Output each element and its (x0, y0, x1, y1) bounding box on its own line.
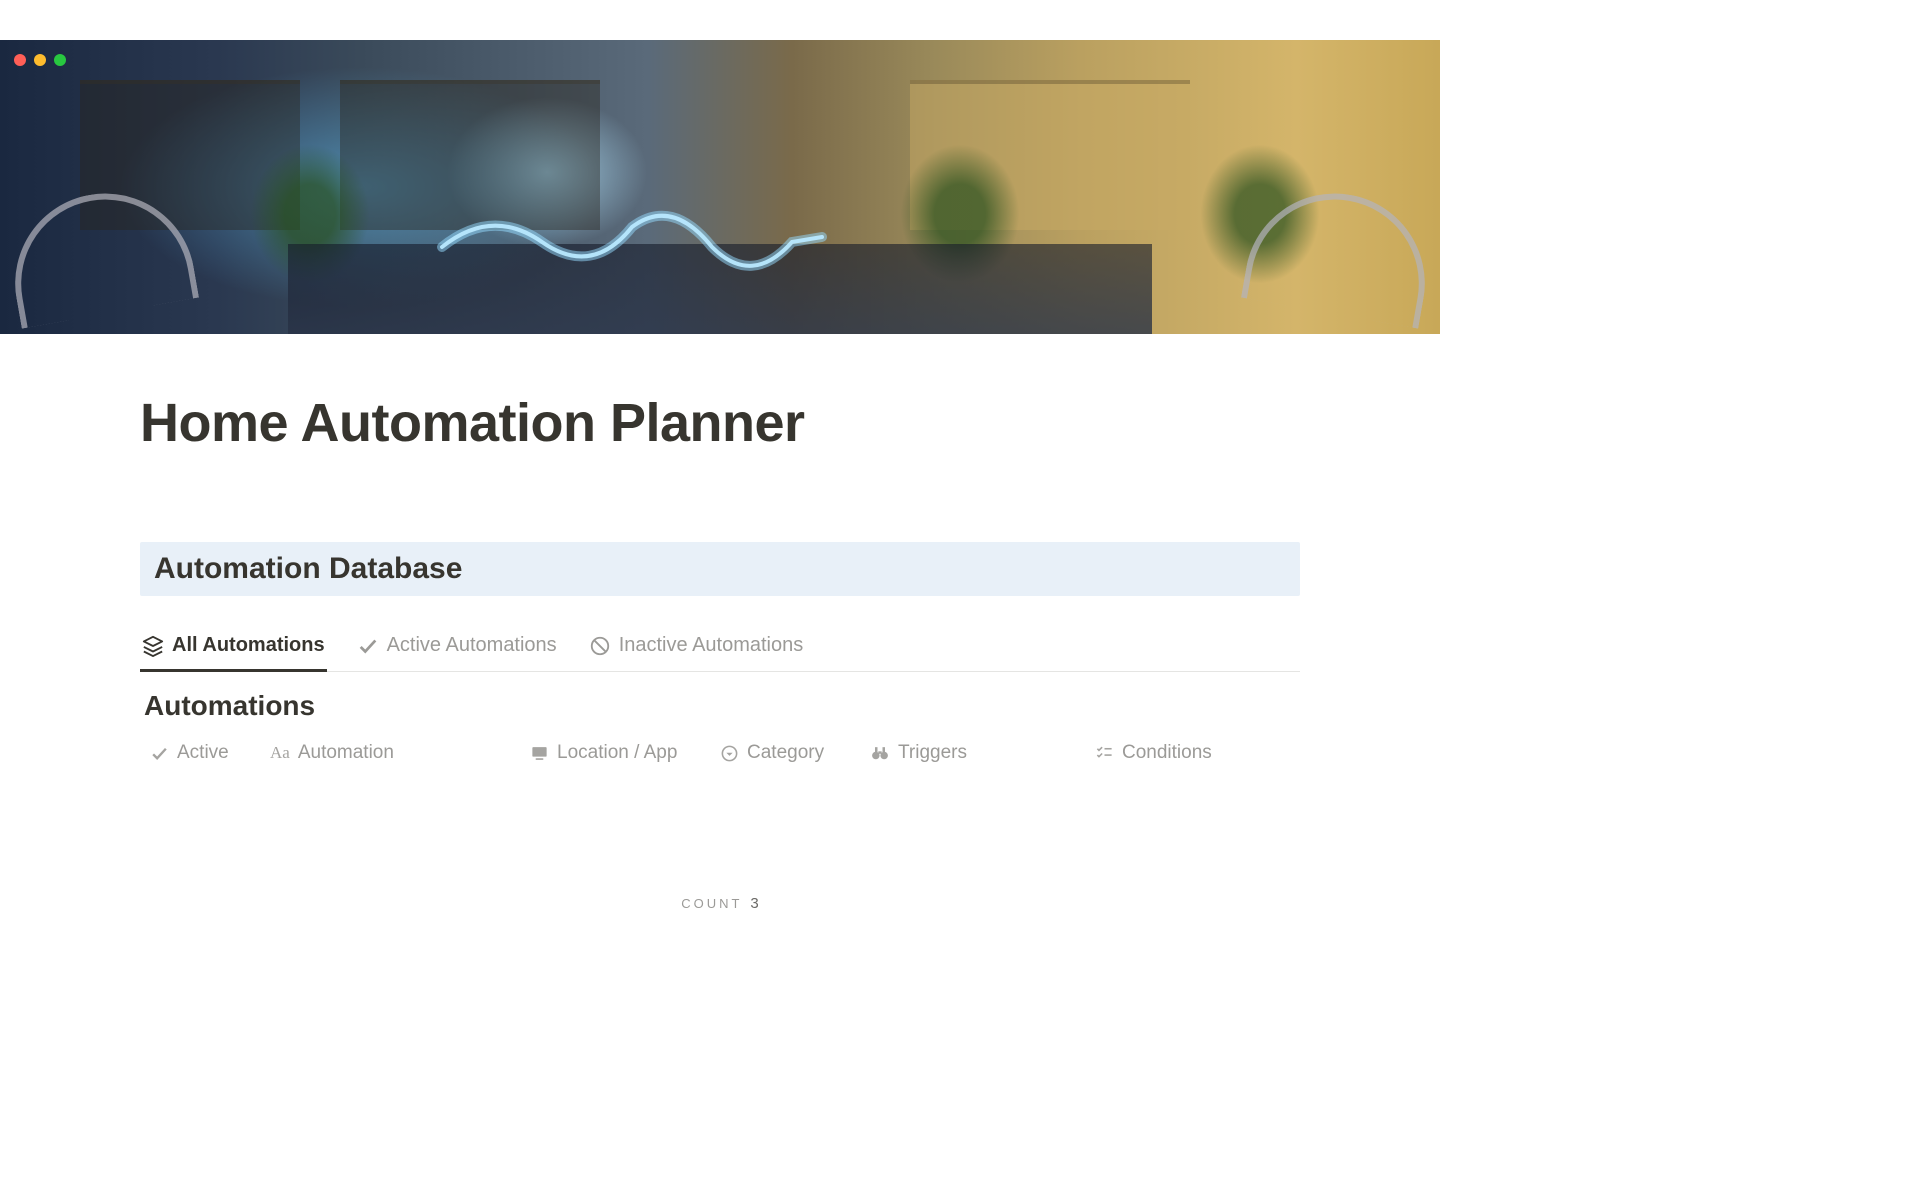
column-label: Location / App (557, 742, 677, 764)
checkmark-icon (150, 744, 169, 763)
tab-label: All Automations (172, 634, 325, 657)
dropdown-circle-icon (720, 744, 739, 763)
checklist-icon (1095, 744, 1114, 763)
section-header-block[interactable]: Automation Database (140, 542, 1300, 596)
section-header-text: Automation Database (154, 552, 1286, 586)
monitor-icon (530, 744, 549, 763)
text-type-icon: Aa (270, 743, 290, 763)
database-view-tabs: All Automations Active Automations Inact… (140, 626, 1300, 672)
tab-label: Inactive Automations (619, 634, 804, 657)
column-header-location[interactable]: Location / App (520, 736, 710, 770)
ban-icon (589, 635, 611, 657)
binoculars-icon (870, 743, 890, 763)
close-window-button[interactable] (14, 54, 26, 66)
maximize-window-button[interactable] (54, 54, 66, 66)
column-label: Conditions (1122, 742, 1212, 764)
tab-label: Active Automations (387, 634, 557, 657)
column-header-conditions[interactable]: Conditions (1085, 736, 1300, 770)
column-label: Triggers (898, 742, 967, 764)
column-label: Automation (298, 742, 394, 764)
column-header-category[interactable]: Category (710, 736, 860, 770)
table-footer-count[interactable]: COUNT 3 (0, 895, 1440, 912)
stack-icon (142, 635, 164, 657)
table-header-row: Active Aa Automation Location / App Cate… (140, 736, 1300, 780)
tab-inactive-automations[interactable]: Inactive Automations (587, 626, 806, 672)
database-title[interactable]: Automations (140, 690, 1300, 722)
column-header-automation[interactable]: Aa Automation (260, 736, 520, 770)
page-title[interactable]: Home Automation Planner (140, 392, 1300, 454)
count-label: COUNT (681, 896, 742, 911)
page-cover-image[interactable] (0, 40, 1440, 334)
column-header-active[interactable]: Active (140, 736, 260, 770)
tab-active-automations[interactable]: Active Automations (355, 626, 559, 672)
count-value: 3 (750, 895, 758, 912)
tab-all-automations[interactable]: All Automations (140, 626, 327, 672)
column-header-triggers[interactable]: Triggers (860, 736, 1085, 770)
checkmark-icon (357, 635, 379, 657)
column-label: Category (747, 742, 824, 764)
column-label: Active (177, 742, 229, 764)
minimize-window-button[interactable] (34, 54, 46, 66)
window-controls (14, 54, 66, 66)
